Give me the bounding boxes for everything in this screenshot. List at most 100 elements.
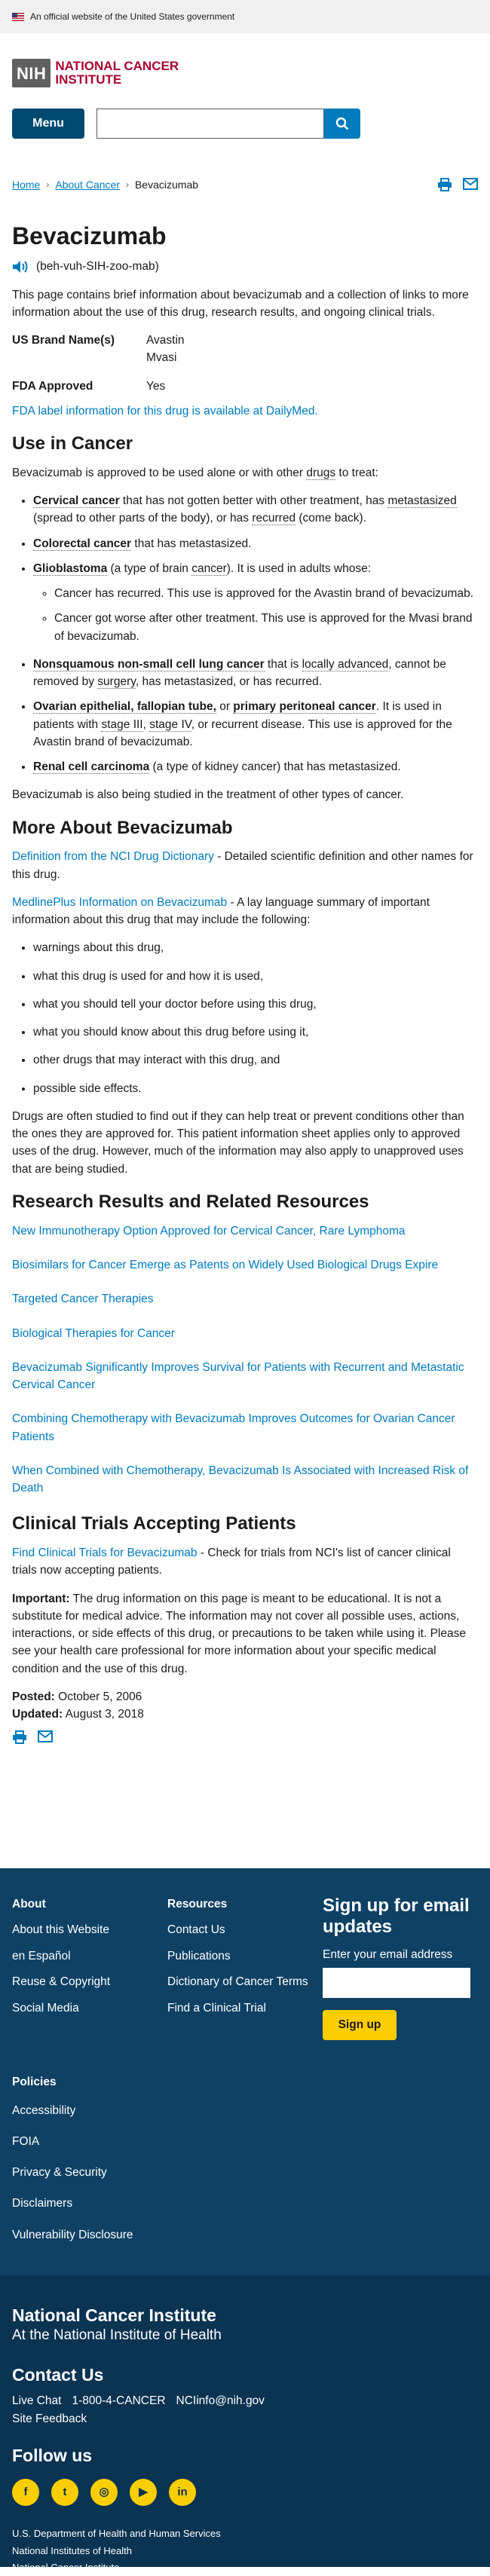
medline-topics-list: warnings about this drug, what this drug… bbox=[12, 939, 478, 1097]
footer-link[interactable]: FOIA bbox=[12, 2133, 478, 2150]
brand-name: Mvasi bbox=[146, 351, 177, 365]
term-cervical-cancer[interactable]: Cervical cancer bbox=[33, 494, 120, 509]
footer-about-heading: About bbox=[12, 1898, 46, 1911]
footer-link[interactable]: Privacy & Security bbox=[12, 2164, 478, 2181]
research-link[interactable]: Biological Therapies for Cancer bbox=[12, 1325, 478, 1342]
brand-names-label: US Brand Name(s) bbox=[12, 334, 115, 347]
footer-link[interactable]: About this Website bbox=[12, 1923, 167, 1938]
footer-link[interactable]: Vulnerability Disclosure bbox=[12, 2226, 478, 2244]
term-drugs[interactable]: drugs bbox=[306, 466, 336, 480]
twitter-icon[interactable]: t bbox=[51, 2479, 78, 2507]
email-icon[interactable] bbox=[463, 178, 478, 190]
medline-paragraph: MedlinePlus Information on Bevacizumab -… bbox=[12, 894, 478, 929]
youtube-icon[interactable]: ▶ bbox=[130, 2479, 157, 2507]
research-link[interactable]: When Combined with Chemotherapy, Bevaciz… bbox=[12, 1462, 478, 1498]
nih-logo-mark: NIH bbox=[12, 59, 51, 87]
list-item: Cancer got worse after other treatment. … bbox=[54, 610, 478, 645]
term-glioblastoma[interactable]: Glioblastoma bbox=[33, 561, 108, 576]
print-icon[interactable] bbox=[437, 178, 452, 191]
term-ovarian-cancer[interactable]: Ovarian epithelial, fallopian tube, bbox=[33, 700, 216, 714]
term-nsclc[interactable]: Nonsquamous non-small cell lung cancer bbox=[33, 657, 265, 672]
breadcrumb: Home › About Cancer › Bevacizumab bbox=[12, 176, 478, 193]
email-link[interactable]: NCIinfo@nih.gov bbox=[176, 2392, 265, 2409]
term-stage-iii[interactable]: stage III bbox=[101, 717, 143, 732]
footer-link[interactable]: Contact Us bbox=[167, 1923, 323, 1938]
menu-button[interactable]: Menu bbox=[12, 109, 84, 139]
footer-link[interactable]: Social Media bbox=[12, 2002, 167, 2016]
footer-link[interactable]: en Español bbox=[12, 1950, 167, 1964]
drug-dictionary-link[interactable]: Definition from the NCI Drug Dictionary bbox=[12, 850, 214, 863]
nci-link[interactable]: National Cancer Institute bbox=[12, 2559, 478, 2576]
print-icon[interactable] bbox=[12, 1730, 27, 1745]
fda-approved-label: FDA Approved bbox=[12, 379, 93, 393]
phone-link[interactable]: 1-800-4-CANCER bbox=[72, 2392, 165, 2409]
nci-logo[interactable]: NIH National Cancer Institute bbox=[12, 57, 478, 89]
list-item: what this drug is used for and how it is… bbox=[33, 968, 478, 985]
research-link[interactable]: New Immunotherapy Option Approved for Ce… bbox=[12, 1222, 478, 1240]
bottom-page-tools bbox=[12, 1730, 478, 1745]
clinical-trials-heading: Clinical Trials Accepting Patients bbox=[12, 1513, 296, 1534]
search-input[interactable] bbox=[96, 109, 324, 139]
page-title: Bevacizumab bbox=[12, 222, 167, 249]
footer-link[interactable]: Disclaimers bbox=[12, 2195, 478, 2212]
follow-heading: Follow us bbox=[12, 2445, 93, 2465]
contact-heading: Contact Us bbox=[12, 2364, 104, 2385]
footer-org-title[interactable]: National Cancer Institute bbox=[12, 2305, 478, 2325]
term-stage-iv[interactable]: stage IV bbox=[149, 717, 191, 732]
breadcrumb-about-cancer[interactable]: About Cancer bbox=[55, 177, 120, 193]
footer-link[interactable]: Publications bbox=[167, 1950, 323, 1964]
us-flag-icon bbox=[12, 12, 24, 21]
list-item: Nonsquamous non-small cell lung cancer t… bbox=[33, 656, 478, 691]
footer-about-column: About About this Website en Español Reus… bbox=[12, 1895, 167, 2040]
dictionary-paragraph: Definition from the NCI Drug Dictionary … bbox=[12, 848, 478, 883]
linkedin-icon[interactable]: in bbox=[169, 2479, 196, 2507]
research-link[interactable]: Targeted Cancer Therapies bbox=[12, 1290, 478, 1308]
list-item: Renal cell carcinoma (a type of kidney c… bbox=[33, 758, 478, 776]
hhs-link[interactable]: U.S. Department of Health and Human Serv… bbox=[12, 2526, 478, 2542]
breadcrumb-home[interactable]: Home bbox=[12, 177, 40, 193]
footer-link[interactable]: Accessibility bbox=[12, 2102, 478, 2119]
term-cancer[interactable]: cancer bbox=[191, 561, 227, 576]
email-icon[interactable] bbox=[38, 1730, 53, 1743]
social-links: f t ◎ ▶ in bbox=[12, 2479, 478, 2507]
medlineplus-link[interactable]: MedlinePlus Information on Bevacizumab bbox=[12, 896, 227, 909]
email-signup: Sign up for email updates Enter your ema… bbox=[323, 1895, 478, 2041]
find-trials-link[interactable]: Find Clinical Trials for Bevacizumab bbox=[12, 1547, 198, 1559]
use-intro-text: Bevacizumab is approved to be used alone… bbox=[12, 466, 307, 479]
live-chat-link[interactable]: Live Chat bbox=[12, 2392, 61, 2409]
email-field[interactable] bbox=[323, 1968, 470, 1999]
instagram-icon[interactable]: ◎ bbox=[90, 2479, 118, 2507]
studied-note: Drugs are often studied to find out if t… bbox=[12, 1109, 464, 1176]
signup-button[interactable]: Sign up bbox=[323, 2010, 397, 2041]
facebook-icon[interactable]: f bbox=[12, 2479, 39, 2507]
term-renal-cell-carcinoma[interactable]: Renal cell carcinoma bbox=[33, 760, 150, 775]
nih-link[interactable]: National Institutes of Health bbox=[12, 2543, 478, 2559]
list-text: (a type of kidney cancer) that has metas… bbox=[149, 760, 401, 774]
drug-facts: US Brand Name(s) Avastin Mvasi FDA Approv… bbox=[12, 332, 478, 395]
term-primary-peritoneal-cancer[interactable]: primary peritoneal cancer bbox=[233, 700, 376, 714]
term-locally-advanced[interactable]: locally advanced bbox=[302, 657, 389, 672]
research-link[interactable]: Combining Chemotherapy with Bevacizumab … bbox=[12, 1410, 478, 1446]
list-item: possible side effects. bbox=[33, 1080, 478, 1097]
list-item: Cervical cancer that has not gotten bett… bbox=[33, 492, 478, 528]
trials-paragraph: Find Clinical Trials for Bevacizumab - C… bbox=[12, 1544, 478, 1580]
term-surgery[interactable]: surgery bbox=[97, 675, 136, 690]
research-link[interactable]: Bevacizumab Significantly Improves Survi… bbox=[12, 1359, 478, 1394]
indications-list: Cervical cancer that has not gotten bett… bbox=[12, 492, 478, 776]
list-item: what you should tell your doctor before … bbox=[33, 996, 478, 1013]
research-link[interactable]: Biosimilars for Cancer Emerge as Patents… bbox=[12, 1256, 478, 1274]
footer-link[interactable]: Dictionary of Cancer Terms bbox=[167, 1975, 323, 1990]
breadcrumb-current: Bevacizumab bbox=[134, 178, 199, 191]
footer-resources-column: Resources Contact Us Publications Dictio… bbox=[167, 1895, 323, 2040]
footer-link[interactable]: Find a Clinical Trial bbox=[167, 2002, 323, 2016]
term-metastasized[interactable]: metastasized bbox=[387, 494, 457, 509]
footer-link[interactable]: Reuse & Copyright bbox=[12, 1975, 167, 1990]
list-text: or bbox=[216, 700, 234, 714]
speaker-icon[interactable] bbox=[12, 260, 29, 274]
term-recurred[interactable]: recurred bbox=[252, 512, 296, 526]
use-in-cancer-heading: Use in Cancer bbox=[12, 433, 133, 454]
search-button[interactable] bbox=[324, 109, 360, 139]
term-colorectal-cancer[interactable]: Colorectal cancer bbox=[33, 537, 132, 551]
fda-label-link[interactable]: FDA label information for this drug is a… bbox=[12, 405, 318, 418]
site-feedback-link[interactable]: Site Feedback bbox=[12, 2410, 478, 2428]
